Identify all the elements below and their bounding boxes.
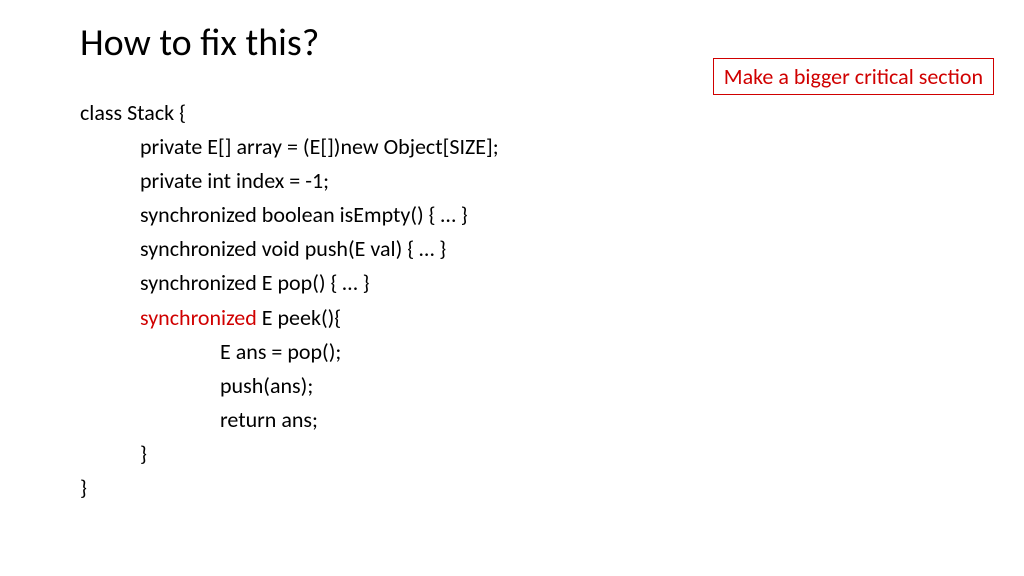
code-line: synchronized E peek(){ — [80, 301, 944, 335]
synchronized-keyword: synchronized — [140, 304, 257, 331]
code-line: E ans = pop(); — [80, 335, 944, 369]
code-line: synchronized E pop() { … } — [80, 266, 944, 300]
code-line: class Stack { — [80, 96, 944, 130]
code-line: return ans; — [80, 403, 944, 437]
code-line: synchronized boolean isEmpty() { … } — [80, 198, 944, 232]
code-line: } — [80, 471, 944, 505]
code-line: private int index = -1; — [80, 164, 944, 198]
callout-box: Make a bigger critical section — [713, 58, 994, 95]
code-text: E peek(){ — [257, 304, 341, 331]
code-line: } — [80, 437, 944, 471]
code-line: push(ans); — [80, 369, 944, 403]
code-block: class Stack { private E[] array = (E[])n… — [80, 96, 944, 505]
code-line: synchronized void push(E val) { … } — [80, 232, 944, 266]
code-line: private E[] array = (E[])new Object[SIZE… — [80, 130, 944, 164]
